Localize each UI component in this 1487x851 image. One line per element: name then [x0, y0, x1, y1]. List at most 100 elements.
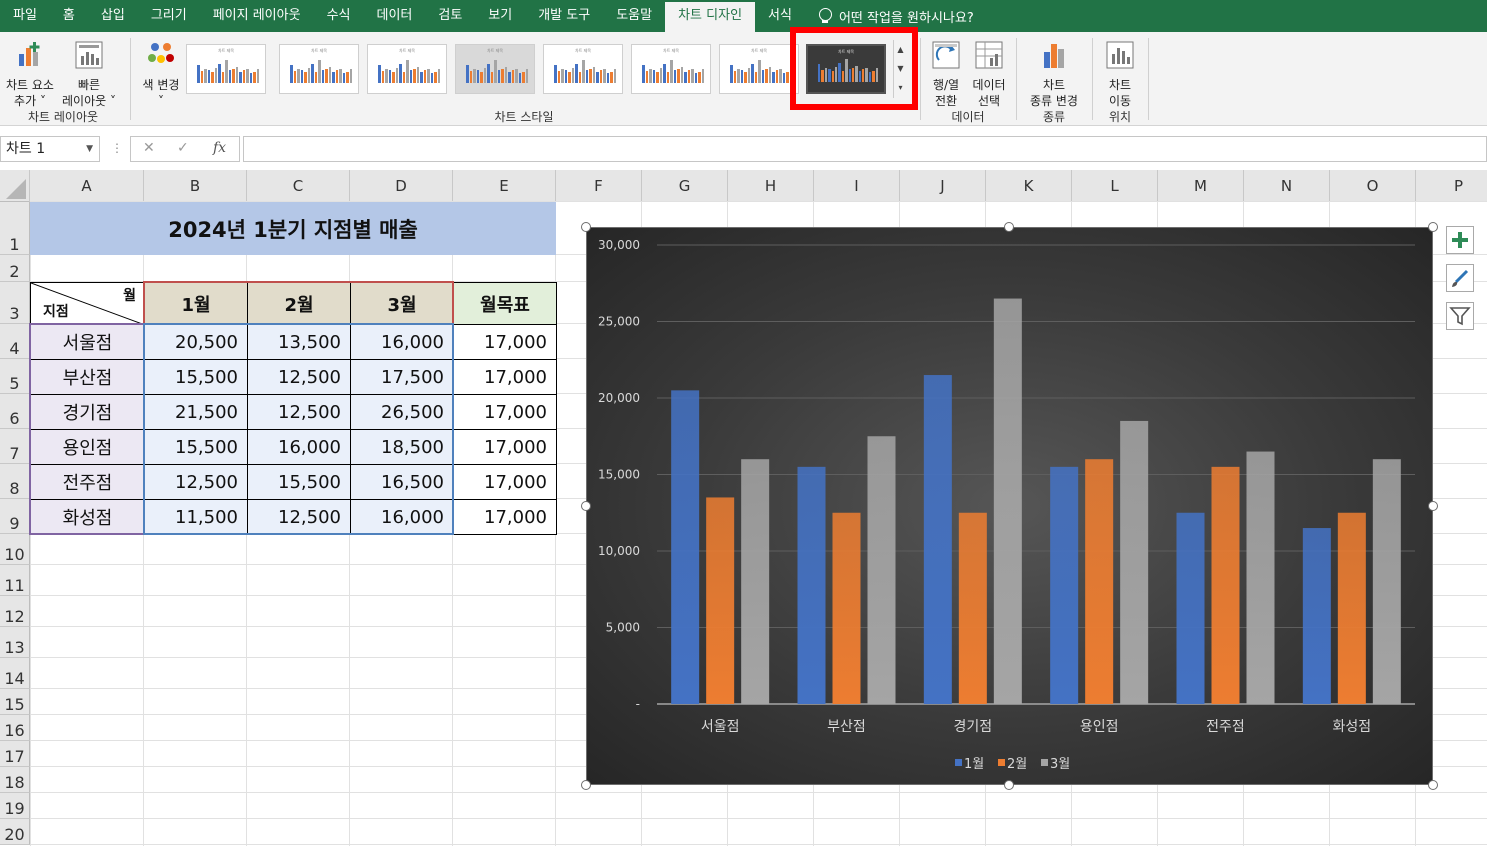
row-header-20[interactable]: 20: [0, 819, 30, 845]
ribbon-tab-11[interactable]: 차트 디자인: [665, 2, 756, 32]
resize-handle[interactable]: [1004, 222, 1014, 232]
change-chart-type-button[interactable]: 차트 종류 변경: [1022, 40, 1086, 109]
value-cell[interactable]: 16,500: [350, 464, 454, 500]
chart-style-thumbnail-1[interactable]: 차트 제목: [186, 44, 266, 94]
move-chart-button[interactable]: 차트 이동: [1098, 40, 1142, 109]
resize-handle[interactable]: [1428, 501, 1438, 511]
value-cell[interactable]: 16,000: [247, 429, 351, 465]
header-cell-1[interactable]: 2월: [247, 282, 351, 325]
insert-function-icon[interactable]: fx: [213, 140, 226, 156]
branch-name-cell[interactable]: 서울점: [30, 324, 145, 360]
column-header-L[interactable]: L: [1072, 170, 1158, 202]
row-header-11[interactable]: 11: [0, 565, 30, 596]
branch-name-cell[interactable]: 부산점: [30, 359, 145, 395]
chart-style-thumbnail-3[interactable]: 차트 제목: [367, 44, 447, 94]
chart-style-thumbnail-6[interactable]: 차트 제목: [631, 44, 711, 94]
enter-icon[interactable]: ✓: [177, 140, 189, 156]
ribbon-tab-9[interactable]: 개발 도구: [525, 0, 603, 32]
header-cell-0[interactable]: 1월: [144, 282, 248, 325]
chart-area[interactable]: - 5,000 10,000 15,000 20,000 25,000 30,000 서울점 부…: [586, 227, 1433, 785]
value-cell[interactable]: 15,500: [144, 359, 248, 395]
value-cell[interactable]: 17,000: [453, 324, 557, 360]
chart-elements-button[interactable]: [1446, 226, 1474, 254]
branch-name-cell[interactable]: 화성점: [30, 499, 145, 535]
column-header-E[interactable]: E: [453, 170, 556, 202]
ribbon-tab-5[interactable]: 수식: [314, 0, 364, 32]
row-header-9[interactable]: 9: [0, 499, 30, 534]
row-header-1[interactable]: 1: [0, 202, 30, 255]
row-header-19[interactable]: 19: [0, 793, 30, 819]
row-header-12[interactable]: 12: [0, 596, 30, 627]
value-cell[interactable]: 20,500: [144, 324, 248, 360]
column-header-K[interactable]: K: [986, 170, 1072, 202]
branch-name-cell[interactable]: 경기점: [30, 394, 145, 430]
chart-style-thumbnail-5[interactable]: 차트 제목: [543, 44, 623, 94]
value-cell[interactable]: 26,500: [350, 394, 454, 430]
select-all-corner[interactable]: [0, 170, 30, 202]
chart-style-thumbnail-7[interactable]: 차트 제목: [719, 44, 799, 94]
value-cell[interactable]: 17,000: [453, 429, 557, 465]
cancel-icon[interactable]: ✕: [143, 140, 155, 156]
ribbon-tab-10[interactable]: 도움말: [603, 0, 665, 32]
row-header-14[interactable]: 14: [0, 658, 30, 689]
value-cell[interactable]: 18,500: [350, 429, 454, 465]
branch-name-cell[interactable]: 전주점: [30, 464, 145, 500]
column-header-I[interactable]: I: [814, 170, 900, 202]
chart-style-thumbnail-2[interactable]: 차트 제목: [279, 44, 359, 94]
resize-handle[interactable]: [581, 501, 591, 511]
chart-styles-button[interactable]: [1446, 264, 1474, 292]
select-data-button[interactable]: 데이터 선택: [968, 40, 1010, 109]
ribbon-tab-0[interactable]: 파일: [0, 0, 50, 32]
value-cell[interactable]: 17,000: [453, 499, 557, 535]
ribbon-tab-6[interactable]: 데이터: [363, 0, 425, 32]
value-cell[interactable]: 12,500: [247, 499, 351, 535]
value-cell[interactable]: 12,500: [247, 394, 351, 430]
row-header-10[interactable]: 10: [0, 534, 30, 565]
ribbon-tab-7[interactable]: 검토: [425, 0, 475, 32]
column-header-P[interactable]: P: [1416, 170, 1487, 202]
quick-layout-button[interactable]: 빠른 레이아웃 ˅: [58, 40, 120, 109]
column-header-H[interactable]: H: [728, 170, 814, 202]
row-header-4[interactable]: 4: [0, 324, 30, 359]
resize-handle[interactable]: [581, 222, 591, 232]
row-header-8[interactable]: 8: [0, 464, 30, 499]
column-header-O[interactable]: O: [1330, 170, 1416, 202]
value-cell[interactable]: 15,500: [144, 429, 248, 465]
resize-handle[interactable]: [1004, 780, 1014, 790]
column-header-M[interactable]: M: [1158, 170, 1244, 202]
resize-handle[interactable]: [1428, 780, 1438, 790]
switch-row-column-button[interactable]: 행/열 전환: [926, 40, 966, 109]
value-cell[interactable]: 13,500: [247, 324, 351, 360]
row-header-16[interactable]: 16: [0, 715, 30, 741]
branch-name-cell[interactable]: 용인점: [30, 429, 145, 465]
chart-style-thumbnail-4[interactable]: 차트 제목: [455, 44, 535, 94]
ribbon-tab-2[interactable]: 삽입: [88, 0, 138, 32]
value-cell[interactable]: 17,500: [350, 359, 454, 395]
row-header-5[interactable]: 5: [0, 359, 30, 394]
value-cell[interactable]: 17,000: [453, 394, 557, 430]
column-header-A[interactable]: A: [30, 170, 144, 202]
value-cell[interactable]: 11,500: [144, 499, 248, 535]
add-chart-element-button[interactable]: 차트 요소 추가 ˅: [2, 40, 58, 109]
column-header-C[interactable]: C: [247, 170, 350, 202]
tell-me-search[interactable]: 어떤 작업을 원하시나요?: [805, 7, 974, 26]
ribbon-tab-3[interactable]: 그리기: [138, 0, 200, 32]
row-header-15[interactable]: 15: [0, 689, 30, 715]
row-header-6[interactable]: 6: [0, 394, 30, 429]
change-colors-button[interactable]: 색 변경 ˅: [134, 40, 188, 109]
value-cell[interactable]: 21,500: [144, 394, 248, 430]
value-cell[interactable]: 15,500: [247, 464, 351, 500]
value-cell[interactable]: 17,000: [453, 464, 557, 500]
column-header-G[interactable]: G: [642, 170, 728, 202]
row-header-13[interactable]: 13: [0, 627, 30, 658]
row-header-3[interactable]: 3: [0, 282, 30, 324]
header-cell-3[interactable]: 월목표: [453, 282, 557, 325]
ribbon-tab-1[interactable]: 홈: [50, 0, 88, 32]
name-box[interactable]: 차트 1 ▼: [0, 136, 100, 162]
row-header-7[interactable]: 7: [0, 429, 30, 464]
value-cell[interactable]: 12,500: [247, 359, 351, 395]
column-header-J[interactable]: J: [900, 170, 986, 202]
row-header-17[interactable]: 17: [0, 741, 30, 767]
formula-input[interactable]: [243, 136, 1487, 162]
row-header-18[interactable]: 18: [0, 767, 30, 793]
